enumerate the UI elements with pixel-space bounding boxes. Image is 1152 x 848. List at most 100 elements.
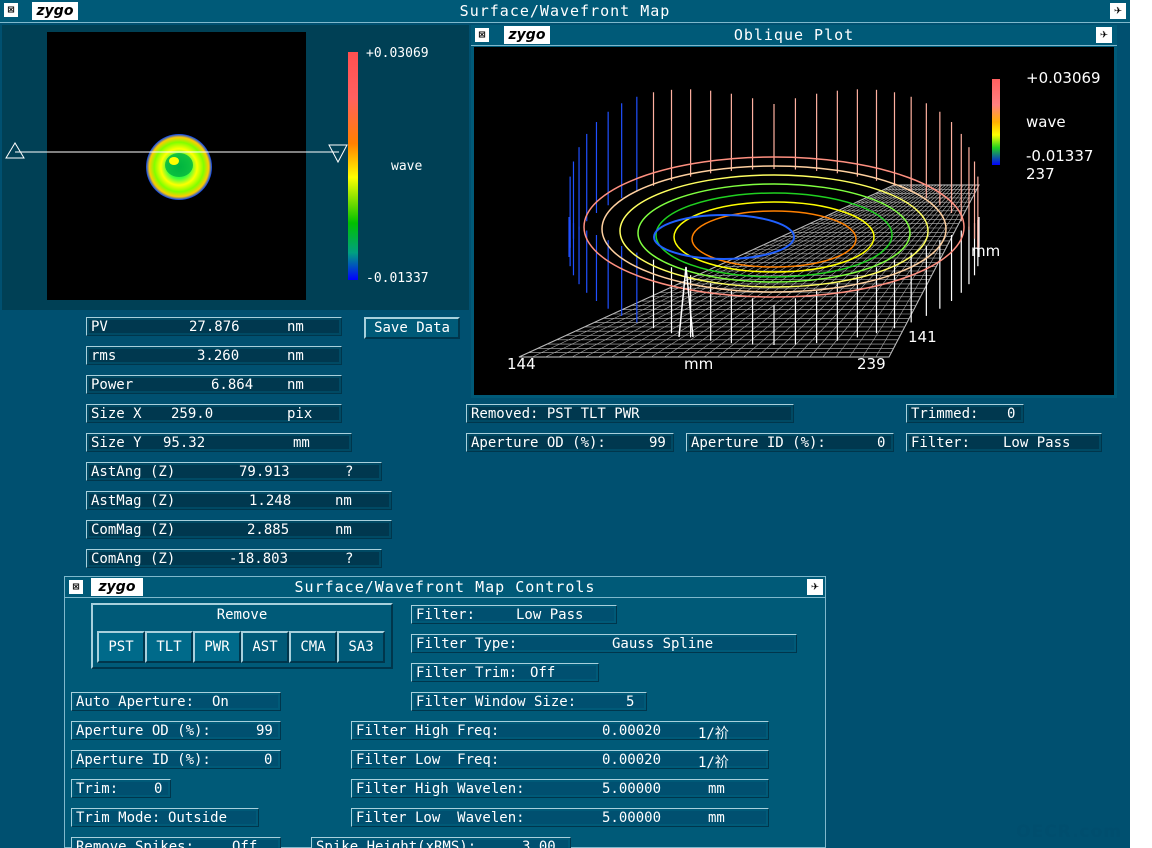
filter-trim-value: Off <box>530 665 556 681</box>
filter-high-freq-label: Filter High Freq: <box>356 723 500 739</box>
result-value: 1.248 <box>249 493 292 509</box>
result-label: AstMag (Z) <box>91 493 176 509</box>
filter-value: Low Pass <box>516 607 584 623</box>
result-value: 6.864 <box>211 377 254 393</box>
map-scale-label: wave <box>391 159 423 174</box>
result-value: 95.32 <box>163 435 206 451</box>
result-field-commag-z: ComMag (Z) 2.885 nm <box>86 520 392 539</box>
result-field-astang-z: AstAng (Z) 79.913? <box>86 462 382 481</box>
controls-title: Surface/Wavefront Map Controls <box>294 578 596 596</box>
result-label: PV <box>91 319 108 335</box>
aperture-id-status: Aperture ID (%): 0 <box>686 433 894 452</box>
trim-mode-label: Trim Mode: <box>76 810 161 826</box>
remove-sa3-button[interactable]: SA3 <box>337 631 385 663</box>
filter-high-wavelen-field[interactable]: Filter High Wavelen: 5.00000 mm <box>351 779 769 798</box>
oblique-title-bar[interactable]: ⊠ zygo Oblique Plot ✈ <box>471 25 1117 46</box>
result-label: Size X <box>91 406 142 422</box>
trim-mode-value: Outside <box>168 810 228 826</box>
trim-mode-field[interactable]: Trim Mode: Outside <box>71 808 259 827</box>
filter-low-freq-label: Filter Low Freq: <box>356 752 500 768</box>
map-scale-max: +0.03069 <box>366 46 429 61</box>
result-value: 79.913 <box>239 464 290 480</box>
result-field-size-x: Size X 259.0 pix <box>86 404 342 423</box>
oblique-plot-area[interactable]: +0.03069 wave -0.01337 237 mm 141 144 mm… <box>474 47 1114 395</box>
remove-tlt-button[interactable]: TLT <box>145 631 193 663</box>
filter-high-wavelen-label: Filter High Wavelen: <box>356 781 525 797</box>
filter-field[interactable]: Filter: Low Pass <box>411 605 617 624</box>
aperture-od-value: 99 <box>256 723 273 739</box>
result-unit: ? <box>345 464 354 480</box>
filter-window-field[interactable]: Filter Window Size: 5 <box>411 692 647 711</box>
remove-spikes-field[interactable]: Remove Spikes: Off <box>71 837 281 848</box>
oblique-x-end: 239 <box>857 355 886 373</box>
surface-contour <box>653 214 795 260</box>
result-value: 259.0 <box>171 406 214 422</box>
oblique-x-label: mm <box>684 355 714 373</box>
aperture-od-field[interactable]: Aperture OD (%): 99 <box>71 721 281 740</box>
trim-field[interactable]: Trim: 0 <box>71 779 171 798</box>
filter-window-value: 5 <box>626 694 635 710</box>
remove-pst-button[interactable]: PST <box>97 631 145 663</box>
result-unit: ? <box>345 551 354 567</box>
profile-start-handle <box>5 142 25 159</box>
result-field-power: Power 6.864 nm <box>86 375 342 394</box>
map-color-scale <box>348 52 358 280</box>
filter-trim-field[interactable]: Filter Trim: Off <box>411 663 599 682</box>
aperture-id-label: Aperture ID (%): <box>76 752 211 768</box>
aperture-id-value: 0 <box>264 752 273 768</box>
result-unit: nm <box>287 348 304 364</box>
oblique-3d-plot <box>518 79 1000 358</box>
remove-cma-button[interactable]: CMA <box>289 631 337 663</box>
result-unit: nm <box>335 522 352 538</box>
result-unit: nm <box>287 377 304 393</box>
main-title-bar[interactable]: ⊠ zygo Surface/Wavefront Map ✈ <box>0 0 1130 23</box>
filter-type-label: Filter Type: <box>416 636 518 652</box>
oblique-scale-label: wave <box>1026 113 1066 131</box>
oblique-y-start: 141 <box>908 328 937 346</box>
filter-high-freq-unit: 1/祄 <box>698 726 729 742</box>
remove-buttons: PST TLT PWR AST CMA SA3 <box>97 631 387 663</box>
result-value: -18.803 <box>229 551 289 567</box>
removed-status: Removed: PST TLT PWR <box>466 404 794 423</box>
oblique-resize-icon[interactable]: ✈ <box>1096 27 1112 43</box>
remove-ast-button[interactable]: AST <box>241 631 289 663</box>
resize-icon[interactable]: ✈ <box>1110 3 1126 19</box>
watermark: OECR.com <box>1016 822 1122 842</box>
filter-low-freq-field[interactable]: Filter Low Freq: 0.00020 1/祄 <box>351 750 769 771</box>
remove-group: Remove PST TLT PWR AST CMA SA3 <box>91 603 393 669</box>
save-data-button[interactable]: Save Data <box>364 317 460 339</box>
aperture-od-status: Aperture OD (%): 99 <box>466 433 674 452</box>
trimmed-status: Trimmed: 0 <box>906 404 1024 423</box>
result-value: 27.876 <box>189 319 240 335</box>
oblique-x-start: 144 <box>507 355 536 373</box>
result-field-rms: rms 3.260 nm <box>86 346 342 365</box>
filter-low-wavelen-unit: mm <box>708 810 725 826</box>
auto-aperture-value: On <box>212 694 229 710</box>
spike-height-field[interactable]: Spike Height(xRMS): 3.00 <box>311 837 571 848</box>
remove-pwr-button[interactable]: PWR <box>193 631 241 663</box>
surface-contour <box>673 201 875 273</box>
result-label: AstAng (Z) <box>91 464 176 480</box>
controls-title-bar[interactable]: ⊠ zygo Surface/Wavefront Map Controls ✈ <box>65 577 825 598</box>
controls-resize-icon[interactable]: ✈ <box>807 579 823 595</box>
result-label: Power <box>91 377 134 393</box>
filter-low-wavelen-field[interactable]: Filter Low Wavelen: 5.00000 mm <box>351 808 769 827</box>
filter-window-label: Filter Window Size: <box>416 694 577 710</box>
remove-spikes-value: Off <box>232 839 258 848</box>
filter-high-wavelen-value: 5.00000 <box>602 781 662 797</box>
filter-type-field[interactable]: Filter Type: Gauss Spline <box>411 634 797 653</box>
filter-low-freq-unit: 1/祄 <box>698 755 729 771</box>
filter-high-freq-field[interactable]: Filter High Freq: 0.00020 1/祄 <box>351 721 769 742</box>
result-label: ComMag (Z) <box>91 522 176 538</box>
filter-type-value: Gauss Spline <box>612 636 714 652</box>
trim-label: Trim: <box>76 781 119 797</box>
aperture-id-field[interactable]: Aperture ID (%): 0 <box>71 750 281 769</box>
result-field-comang-z: ComAng (Z) -18.803? <box>86 549 382 568</box>
profile-end-handle <box>328 144 348 164</box>
result-value: 2.885 <box>247 522 290 538</box>
result-value: 3.260 <box>197 348 240 364</box>
filter-high-wavelen-unit: mm <box>708 781 725 797</box>
auto-aperture-field[interactable]: Auto Aperture: On <box>71 692 281 711</box>
result-unit: nm <box>335 493 352 509</box>
main-window-title: Surface/Wavefront Map <box>459 2 671 20</box>
